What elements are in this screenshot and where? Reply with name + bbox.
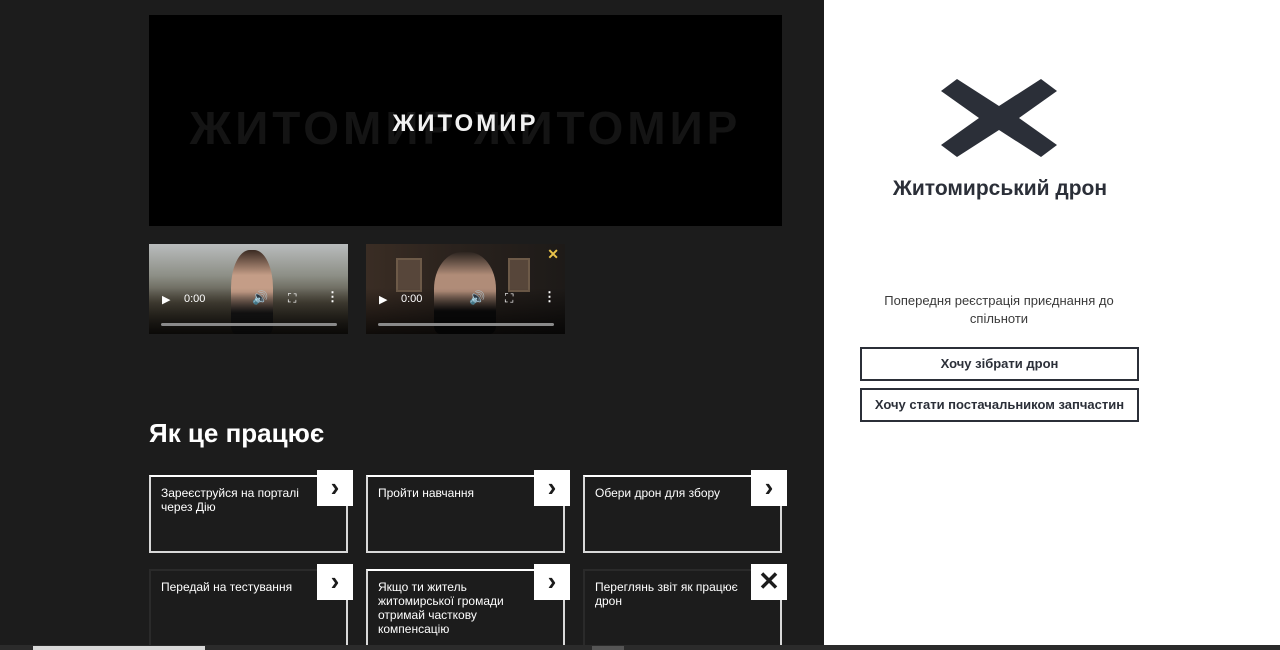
scrollbar-segment xyxy=(592,646,624,650)
chevron-right-icon[interactable]: › xyxy=(534,470,570,506)
assemble-drone-button[interactable]: Хочу зібрати дрон xyxy=(860,347,1139,381)
section-title: Як це працює xyxy=(149,418,325,448)
brand-title: Житомирський дрон xyxy=(892,177,1108,200)
scrollbar-thumb[interactable] xyxy=(33,646,205,650)
close-icon[interactable]: ✕ xyxy=(751,564,787,600)
video-progress-bar[interactable] xyxy=(378,323,554,326)
horizontal-scrollbar[interactable] xyxy=(0,645,1280,650)
channel-logo-icon: ✕ xyxy=(547,246,559,262)
video-player-1[interactable]: ▶ 0:00 🔊 ⛶ ⋮ xyxy=(149,244,348,334)
step-text: Переглянь звіт як працює дрон xyxy=(595,580,738,608)
step-text: Пройти навчання xyxy=(378,486,475,500)
step-card-choose-drone[interactable]: Обери дрон для збору › xyxy=(583,470,787,553)
more-options-icon[interactable]: ⋮ xyxy=(326,290,339,303)
play-icon[interactable]: ▶ xyxy=(379,294,387,306)
video-time: 0:00 xyxy=(401,293,423,305)
video-controls: ▶ 0:00 🔊 ⛶ ⋮ xyxy=(366,288,565,334)
fullscreen-icon[interactable]: ⛶ xyxy=(505,292,513,304)
video-title-text: ЖИТОМИР xyxy=(392,110,539,137)
step-card-register[interactable]: Зареєструйся на порталі через Дію › xyxy=(149,470,353,553)
video-progress-bar[interactable] xyxy=(161,323,337,326)
volume-icon[interactable]: 🔊 xyxy=(469,291,485,304)
chevron-right-icon[interactable]: › xyxy=(317,564,353,600)
video-controls: ▶ 0:00 🔊 ⛶ ⋮ xyxy=(149,288,348,334)
main-video-player[interactable]: ЖИТОМИР ЖИТОМИР ЖИТОМИР xyxy=(149,15,782,226)
step-card-training[interactable]: Пройти навчання › xyxy=(366,470,570,553)
chevron-right-icon[interactable]: › xyxy=(534,564,570,600)
step-text: Обери дрон для збору xyxy=(595,486,721,500)
video-time: 0:00 xyxy=(184,293,206,305)
more-options-icon[interactable]: ⋮ xyxy=(543,290,556,303)
fullscreen-icon[interactable]: ⛶ xyxy=(288,292,296,304)
step-text: Передай на тестування xyxy=(161,580,293,594)
video-player-2[interactable]: ✕ ▶ 0:00 🔊 ⛶ ⋮ xyxy=(366,244,565,334)
background-painting xyxy=(508,258,530,292)
play-icon[interactable]: ▶ xyxy=(162,294,170,306)
left-panel: ЖИТОМИР ЖИТОМИР ЖИТОМИР ▶ 0:00 🔊 ⛶ ⋮ ✕ ▶… xyxy=(0,0,824,650)
step-card-compensation[interactable]: Якщо ти житель житомирської громади отри… xyxy=(366,564,570,647)
volume-icon[interactable]: 🔊 xyxy=(252,291,268,304)
drone-logo-icon xyxy=(941,79,1057,157)
step-text: Зареєструйся на порталі через Дію xyxy=(161,486,299,514)
become-supplier-button[interactable]: Хочу стати постачальником запчастин xyxy=(860,388,1139,422)
step-card-testing[interactable]: Передай на тестування › xyxy=(149,564,353,647)
registration-note: Попередня реєстрація приєднання до спіль… xyxy=(884,293,1114,326)
chevron-right-icon[interactable]: › xyxy=(751,470,787,506)
step-text: Якщо ти житель житомирської громади отри… xyxy=(378,580,504,636)
chevron-right-icon[interactable]: › xyxy=(317,470,353,506)
background-painting xyxy=(396,258,422,292)
step-card-report[interactable]: Переглянь звіт як працює дрон ✕ xyxy=(583,564,787,647)
